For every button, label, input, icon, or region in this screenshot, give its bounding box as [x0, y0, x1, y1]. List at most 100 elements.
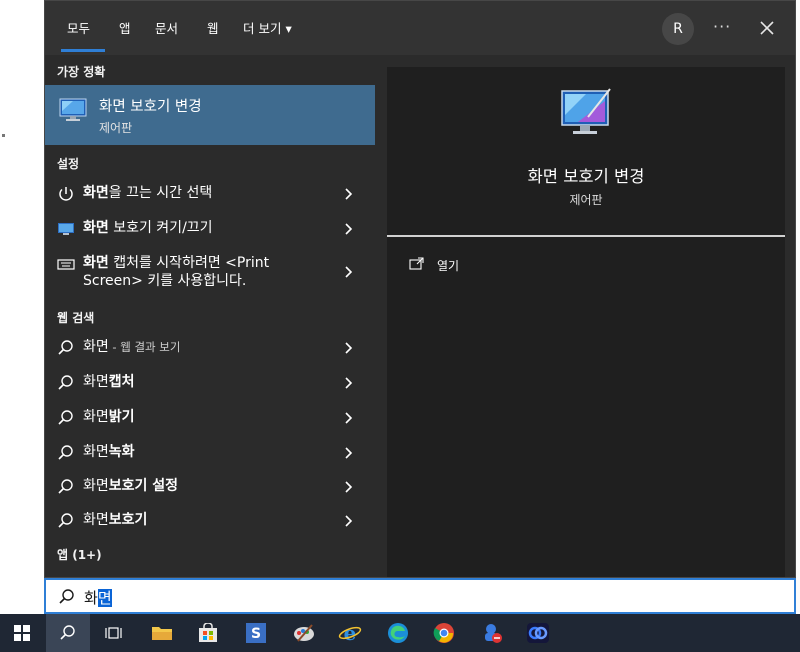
- search-input[interactable]: 화면: [84, 587, 112, 608]
- search-selected-text: 면: [97, 589, 112, 607]
- web-item-recording[interactable]: 화면녹화: [45, 434, 375, 470]
- search-tabs-bar: 모두 앱 문서 웹 더 보기 ▾ R ···: [45, 1, 795, 55]
- svg-text:S: S: [251, 626, 261, 642]
- taskbar-file-explorer[interactable]: [140, 614, 184, 652]
- web-item-screensaver-settings[interactable]: 화면보호기 설정: [45, 468, 375, 504]
- match-text: 화면: [83, 220, 109, 236]
- open-label: 열기: [437, 259, 460, 273]
- active-tab-indicator: [61, 49, 105, 52]
- user-avatar[interactable]: R: [662, 13, 694, 45]
- web-item-capture[interactable]: 화면캡처: [45, 364, 375, 400]
- match-text: 화면: [83, 255, 109, 271]
- chevron-right-icon: [345, 266, 353, 278]
- search-panel: 모두 앱 문서 웹 더 보기 ▾ R ··· 가장 정확 화면 보호기 변경 제…: [44, 0, 796, 578]
- svg-text:e: e: [344, 622, 357, 644]
- taskbar-chrome[interactable]: [422, 614, 466, 652]
- search-icon: [58, 479, 73, 494]
- chevron-right-icon: [345, 377, 353, 389]
- tab-documents[interactable]: 문서: [155, 18, 178, 37]
- suggestion-text: 밝기: [108, 409, 135, 425]
- w-app-icon: [527, 623, 549, 643]
- web-search-heading: 웹 검색: [57, 311, 95, 325]
- detail-divider: [387, 235, 785, 237]
- item-text: 을 끄는 시간 선택: [108, 185, 213, 201]
- tab-all[interactable]: 모두: [67, 18, 90, 37]
- query-text: 화면: [83, 478, 109, 494]
- chevron-right-icon: [345, 481, 353, 493]
- power-icon: [59, 187, 73, 201]
- task-view-button[interactable]: [92, 614, 136, 652]
- best-match-heading: 가장 정확: [57, 65, 106, 79]
- chevron-right-icon: [345, 447, 353, 459]
- item-text: 보호기 켜기/끄기: [108, 220, 213, 236]
- s-app-icon: S: [246, 623, 266, 643]
- paint-icon: [294, 624, 314, 642]
- taskbar-s-app[interactable]: S: [234, 614, 278, 652]
- suggestion-text: 보호기 설정: [108, 478, 179, 494]
- apps-heading: 앱 (1+): [57, 548, 102, 562]
- settings-heading: 설정: [57, 157, 80, 171]
- taskbar-internet-explorer[interactable]: e: [328, 614, 372, 652]
- web-item-screensaver[interactable]: 화면보호기: [45, 502, 375, 538]
- suggestion-text: 녹화: [108, 444, 135, 460]
- match-text: 화면: [83, 185, 109, 201]
- open-button[interactable]: 열기: [409, 257, 569, 281]
- suggestion-text: 보호기: [108, 512, 148, 528]
- best-match-subtitle: 제어판: [99, 121, 133, 135]
- close-button[interactable]: [759, 13, 775, 43]
- search-icon: [58, 340, 73, 355]
- query-text: 화면: [83, 339, 109, 355]
- web-item-brightness[interactable]: 화면밝기: [45, 399, 375, 435]
- taskbar-search-button[interactable]: [46, 614, 90, 652]
- monitor-icon: [560, 87, 612, 145]
- detail-subtitle: 제어판: [569, 193, 603, 207]
- tab-apps[interactable]: 앱: [119, 18, 131, 37]
- keyboard-icon: [57, 259, 75, 270]
- search-box[interactable]: 화면: [44, 578, 796, 614]
- close-icon: [760, 21, 774, 35]
- chevron-right-icon: [345, 223, 353, 235]
- taskbar-paint-app[interactable]: [282, 614, 326, 652]
- taskbar-w-app[interactable]: [516, 614, 560, 652]
- settings-item-screensaver-toggle[interactable]: 화면 보호기 켜기/끄기: [45, 210, 375, 246]
- taskbar-security-app[interactable]: [470, 614, 514, 652]
- folder-icon: [152, 627, 172, 640]
- windows-icon: [14, 625, 30, 641]
- document-mark: [2, 134, 5, 137]
- best-match-title: 화면 보호기 변경: [99, 99, 202, 115]
- search-icon: [58, 445, 73, 460]
- query-text: 화면: [83, 444, 109, 460]
- search-icon: [60, 625, 75, 640]
- chevron-right-icon: [345, 342, 353, 354]
- chevron-right-icon: [345, 515, 353, 527]
- store-icon: [199, 623, 217, 642]
- query-text: 화면: [83, 512, 109, 528]
- more-options-button[interactable]: ···: [713, 17, 731, 36]
- taskbar-store[interactable]: [186, 614, 230, 652]
- web-hint: - 웹 결과 보기: [108, 340, 181, 354]
- chrome-icon: [433, 623, 454, 643]
- edge-icon: [388, 623, 408, 643]
- query-text: 화면: [83, 374, 109, 390]
- search-icon: [58, 513, 73, 528]
- chevron-right-icon: [345, 188, 353, 200]
- tab-more[interactable]: 더 보기 ▾: [243, 18, 292, 37]
- suggestion-text: 캡처: [108, 374, 135, 390]
- query-text: 화면: [83, 409, 109, 425]
- search-typed-text: 화: [84, 589, 98, 607]
- monitor-icon: [59, 97, 87, 127]
- item-text-line2: Screen> 키를 사용합니다.: [83, 273, 247, 289]
- best-match-item[interactable]: 화면 보호기 변경 제어판: [45, 85, 375, 145]
- internet-explorer-icon: e: [338, 622, 362, 644]
- start-button[interactable]: [0, 614, 44, 652]
- detail-pane: 화면 보호기 변경 제어판 열기: [387, 67, 785, 577]
- monitor-icon: [58, 223, 74, 235]
- web-item-view-results[interactable]: 화면 - 웹 결과 보기: [45, 329, 375, 365]
- taskbar-edge[interactable]: [376, 614, 420, 652]
- detail-title: 화면 보호기 변경: [527, 167, 645, 186]
- settings-item-print-screen[interactable]: 화면 캡처를 시작하려면 <Print Screen> 키를 사용합니다.: [45, 245, 375, 297]
- settings-item-power-screen[interactable]: 화면을 끄는 시간 선택: [45, 175, 375, 211]
- search-icon: [58, 410, 73, 425]
- tab-web[interactable]: 웹: [207, 18, 219, 37]
- chevron-right-icon: [345, 412, 353, 424]
